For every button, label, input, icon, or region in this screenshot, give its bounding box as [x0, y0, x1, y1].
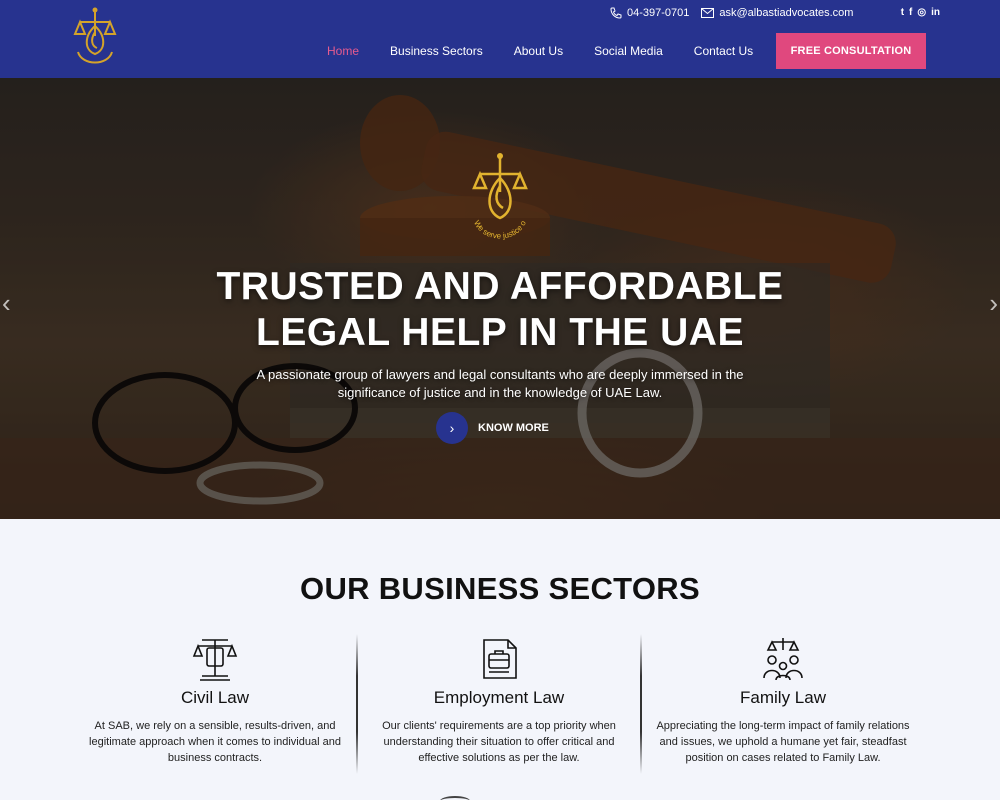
- nav-about-us[interactable]: About Us: [514, 44, 563, 58]
- contact-topbar: 04-397-0701 ask@albastiadvocates.com t f…: [610, 4, 940, 22]
- sector-title: Civil Law: [180, 688, 250, 707]
- nav-contact-us[interactable]: Contact Us: [694, 44, 753, 58]
- sector-description: At SAB, we rely on a sensible, results-d…: [89, 720, 341, 764]
- linkedin-icon[interactable]: in: [931, 8, 940, 18]
- svg-text:We serve justice on time: We serve justice on time: [468, 152, 528, 241]
- chevron-right-icon: ›: [436, 412, 468, 444]
- sector-title: Employment Law: [433, 688, 565, 707]
- sector-description: Our clients' requirements are a top prio…: [382, 720, 616, 764]
- sector-civil-law[interactable]: Civil Law At SAB, we rely on a sensible,…: [73, 636, 357, 766]
- know-more-button[interactable]: › KNOW MORE: [436, 412, 549, 444]
- family-law-icon: [763, 638, 803, 681]
- instagram-icon[interactable]: ◎: [917, 8, 926, 18]
- hero-slider: We serve justice on time TRUSTED AND AFF…: [0, 78, 1000, 519]
- sector-title: Family Law: [740, 688, 826, 707]
- phone-number: 04-397-0701: [627, 7, 690, 19]
- sector-family-law[interactable]: Family Law Appreciating the long-term im…: [641, 636, 925, 766]
- phone-link[interactable]: 04-397-0701: [610, 7, 689, 19]
- email-link[interactable]: ask@albastiadvocates.com: [701, 7, 853, 19]
- hero-title: TRUSTED AND AFFORDABLE LEGAL HELP IN THE…: [0, 264, 1000, 356]
- hero-logo-icon: We serve justice on time: [468, 152, 528, 241]
- nav-home[interactable]: Home: [327, 44, 359, 58]
- next-section-icon: [440, 796, 470, 800]
- email-address: ask@albastiadvocates.com: [719, 7, 854, 19]
- nav-social-media[interactable]: Social Media: [594, 44, 663, 58]
- hero-logo-tagline: We serve justice on time: [468, 152, 528, 241]
- hero-title-line-1: TRUSTED AND AFFORDABLE: [216, 265, 784, 308]
- sector-description: Appreciating the long-term impact of fam…: [656, 720, 910, 764]
- nav-business-sectors[interactable]: Business Sectors: [390, 44, 483, 58]
- slider-next-icon[interactable]: ›: [989, 288, 998, 319]
- civil-law-icon: [192, 639, 238, 681]
- mail-icon: [701, 8, 715, 18]
- free-consultation-button[interactable]: FREE CONSULTATION: [776, 33, 926, 69]
- sector-employment-law[interactable]: Employment Law Our clients' requirements…: [357, 636, 641, 766]
- slider-prev-icon[interactable]: ‹: [2, 288, 11, 319]
- sectors-heading: OUR BUSINESS SECTORS: [300, 571, 700, 606]
- phone-icon: [610, 7, 622, 19]
- site-header: 04-397-0701 ask@albastiadvocates.com t f…: [0, 0, 1000, 78]
- main-nav: Home Business Sectors About Us Social Me…: [327, 44, 784, 58]
- hero-subtitle: A passionate group of lawyers and legal …: [256, 367, 744, 400]
- hero-title-line-2: LEGAL HELP IN THE UAE: [256, 311, 744, 354]
- logo-icon[interactable]: [70, 6, 120, 74]
- social-links: t f ◎ in: [901, 8, 940, 18]
- employment-law-icon: [483, 639, 517, 679]
- know-more-label: KNOW MORE: [478, 422, 549, 434]
- facebook-icon[interactable]: f: [909, 8, 912, 18]
- twitter-icon[interactable]: t: [901, 8, 904, 18]
